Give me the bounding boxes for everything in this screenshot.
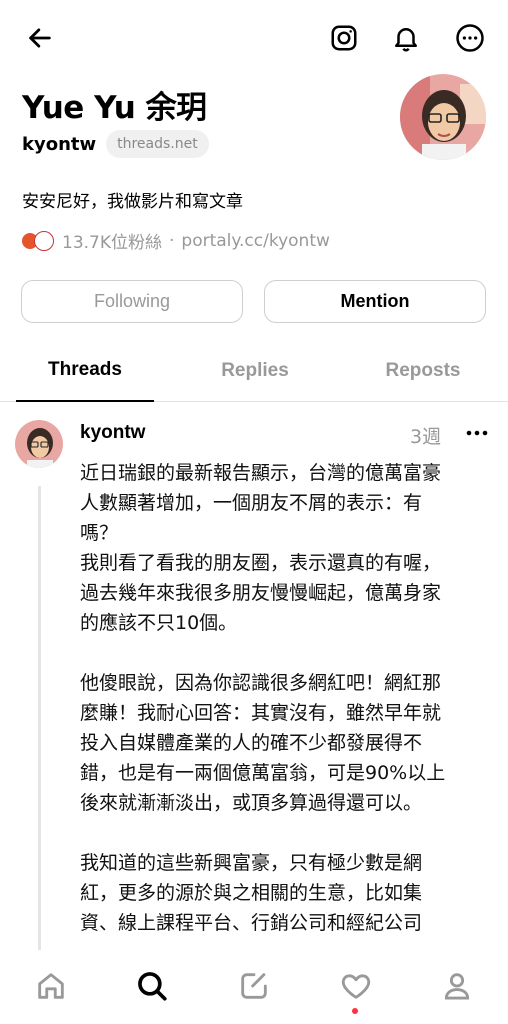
thread-post[interactable]: kyontw 3週 近日瑞銀的最新報告顯示，台灣的億萬富豪 人數顯著增加，一個朋友… (0, 402, 508, 950)
post-line: 資、線上課程平台、行銷公司和經紀公司 (80, 912, 423, 934)
post-line: 過去幾年來我很多朋友慢慢崛起，億萬身家 (80, 582, 442, 604)
post-line: 人數顯著增加，一個朋友不屑的表示：有 (80, 492, 423, 514)
following-button[interactable]: Following (21, 280, 243, 323)
follower-avatars[interactable] (20, 230, 54, 251)
post-avatar[interactable] (15, 420, 63, 468)
heart-icon (341, 974, 371, 999)
nav-search[interactable] (132, 966, 172, 1006)
back-button[interactable] (22, 20, 58, 56)
post-line: 我知道的這些新興富豪，只有極少數是網 (80, 852, 423, 874)
instagram-icon (331, 25, 357, 51)
more-circle-icon (456, 24, 484, 52)
post-timestamp: 3週 (410, 426, 442, 448)
home-icon (38, 973, 64, 999)
thread-line (38, 486, 41, 950)
notifications-button[interactable] (388, 20, 424, 56)
nav-home[interactable] (31, 966, 71, 1006)
search-icon (138, 972, 167, 1001)
profile-name: Yue Yu 余玥 (22, 90, 207, 126)
tab-reposts[interactable]: Reposts (354, 340, 492, 402)
profile-avatar[interactable] (400, 74, 486, 160)
nav-activity[interactable] (336, 966, 376, 1006)
post-line: 麼賺！我耐心回答：其實沒有，雖然早年就 (80, 702, 442, 724)
mention-button[interactable]: Mention (264, 280, 486, 323)
profile-link[interactable]: portaly.cc/kyontw (181, 231, 330, 251)
more-horizontal-icon (466, 430, 488, 436)
username-row: kyontw threads.net (22, 130, 209, 158)
profile-tabs: Threads Replies Reposts (0, 340, 508, 402)
profile-icon (444, 973, 470, 1000)
compose-icon (241, 973, 267, 999)
post-line: 紅，更多的源於與之相關的生意，比如集 (80, 882, 423, 904)
tab-replies[interactable]: Replies (186, 340, 324, 402)
more-button[interactable] (452, 20, 488, 56)
instagram-button[interactable] (326, 20, 362, 56)
post-body: 近日瑞銀的最新報告顯示，台灣的億萬富豪 人數顯著增加，一個朋友不屑的表示：有 嗎？ 我… (80, 458, 488, 938)
activity-badge (352, 1008, 358, 1014)
post-line: 我則看了看我的朋友圈，表示還真的有喔， (80, 552, 442, 574)
post-line: 投入自媒體產業的人的確不少都發展得不 (80, 732, 423, 754)
post-username[interactable]: kyontw (80, 422, 145, 444)
nav-profile[interactable] (437, 966, 477, 1006)
followers-row: 13.7K位粉絲 · portaly.cc/kyontw (20, 228, 330, 253)
meta-separator: · (169, 230, 175, 251)
post-line: 近日瑞銀的最新報告顯示，台灣的億萬富豪 (80, 462, 442, 484)
post-line: 錯，也是有一兩個億萬富翁，可是90%以上 (80, 762, 446, 784)
post-line: 他傻眼說，因為你認識很多網紅吧！網紅那 (80, 672, 442, 694)
nav-compose[interactable] (234, 966, 274, 1006)
post-line: 後來就漸漸淡出，或頂多算過得還可以。 (80, 792, 423, 814)
post-line: 嗎？ (80, 522, 119, 544)
profile-username: kyontw (22, 133, 97, 155)
follower-avatar (34, 230, 54, 251)
profile-bio: 安安尼好，我做影片和寫文章 (22, 192, 243, 212)
post-line: 的應該不只10個。 (80, 612, 238, 634)
bell-icon (395, 28, 417, 52)
bottom-nav (0, 950, 508, 1024)
arrow-left-icon (29, 28, 51, 48)
followers-count[interactable]: 13.7K位粉絲 (62, 228, 162, 253)
domain-badge[interactable]: threads.net (106, 130, 209, 158)
tab-threads[interactable]: Threads (16, 340, 154, 402)
top-bar (0, 0, 508, 76)
post-more-button[interactable] (462, 418, 492, 448)
